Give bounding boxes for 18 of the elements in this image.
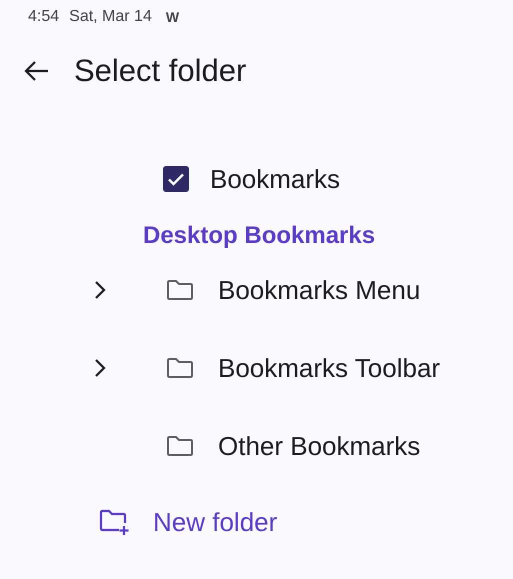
folder-icon bbox=[166, 435, 194, 457]
checkbox[interactable] bbox=[163, 166, 189, 192]
folder-label[interactable]: Bookmarks Toolbar bbox=[218, 352, 440, 384]
status-time: 4:54 bbox=[28, 8, 60, 26]
new-folder-link[interactable]: New folder bbox=[153, 506, 278, 538]
folder-label[interactable]: Bookmarks Menu bbox=[218, 274, 420, 306]
folder-label[interactable]: Bookmarks bbox=[210, 164, 340, 194]
back-arrow-icon[interactable] bbox=[24, 60, 50, 82]
section-heading: Desktop Bookmarks bbox=[143, 221, 376, 251]
new-folder-icon[interactable] bbox=[99, 508, 131, 536]
status-date: Sat, Mar 14 bbox=[69, 8, 152, 26]
chevron-right-icon[interactable] bbox=[94, 280, 106, 300]
screen-title: Select folder bbox=[74, 53, 246, 89]
folder-icon bbox=[166, 357, 194, 379]
folder-label[interactable]: Other Bookmarks bbox=[218, 430, 420, 462]
app-notification-mark: W bbox=[166, 9, 180, 25]
chevron-right-icon[interactable] bbox=[94, 358, 106, 378]
folder-icon bbox=[166, 279, 194, 301]
